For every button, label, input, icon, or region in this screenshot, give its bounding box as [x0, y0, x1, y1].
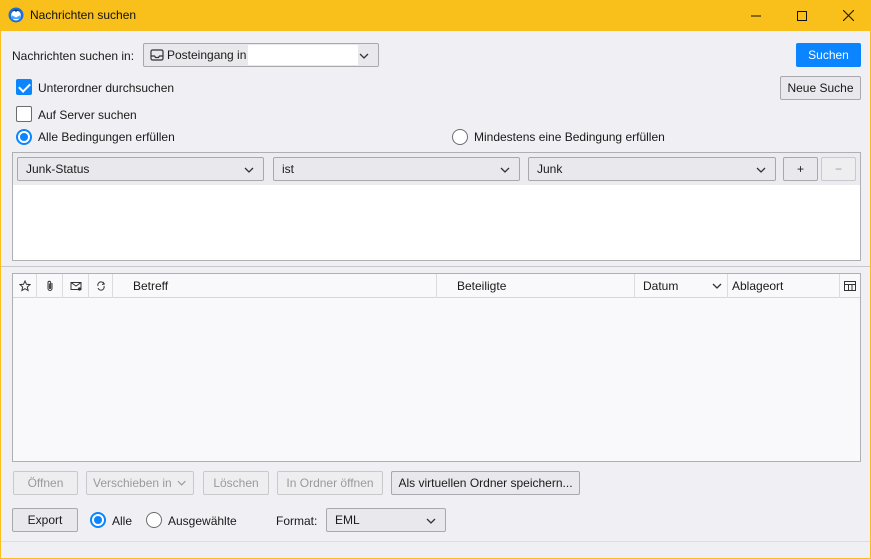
column-junk[interactable]	[63, 274, 89, 298]
close-icon	[842, 10, 854, 21]
export-selected-radio[interactable]	[146, 512, 162, 528]
column-date-label: Datum	[643, 279, 679, 293]
window-title: Nachrichten suchen	[30, 8, 137, 22]
folder-value: Posteingang in	[167, 48, 247, 62]
maximize-icon	[797, 10, 807, 21]
condition-field-value: Junk-Status	[26, 162, 90, 176]
server-search-label: Auf Server suchen	[38, 108, 137, 122]
format-select[interactable]: EML	[326, 508, 446, 532]
folder-picker[interactable]: Posteingang in	[143, 43, 379, 67]
chevron-down-icon	[756, 167, 766, 173]
column-picker[interactable]	[840, 274, 860, 298]
condition-field-select[interactable]: Junk-Status	[17, 157, 264, 181]
match-any-label: Mindestens eine Bedingung erfüllen	[474, 130, 665, 144]
chevron-down-icon	[177, 480, 186, 486]
title-bar: Nachrichten suchen	[0, 0, 871, 31]
column-attachment[interactable]	[37, 274, 63, 298]
remove-condition-label: −	[834, 162, 842, 176]
chevron-down-icon	[500, 167, 510, 173]
delete-button[interactable]: Löschen	[203, 471, 269, 495]
column-picker-icon	[844, 281, 856, 291]
match-all-radio[interactable]	[16, 129, 32, 145]
open-in-folder-button-label: In Ordner öffnen	[286, 476, 374, 490]
minimize-icon	[751, 15, 761, 16]
condition-operator-value: ist	[282, 162, 294, 176]
server-search-checkbox[interactable]	[16, 106, 32, 122]
export-button[interactable]: Export	[12, 508, 78, 532]
sort-descending-icon	[712, 283, 722, 289]
search-button[interactable]: Suchen	[796, 43, 861, 67]
search-button-label: Suchen	[808, 48, 849, 62]
save-virtual-folder-button-label: Als virtuellen Ordner speichern...	[398, 476, 573, 490]
column-star[interactable]	[13, 274, 37, 298]
column-thread[interactable]	[89, 274, 113, 298]
close-button[interactable]	[825, 0, 871, 31]
condition-value-select[interactable]: Junk	[528, 157, 776, 181]
inbox-icon	[150, 49, 164, 61]
chevron-down-icon	[244, 167, 254, 173]
export-all-label: Alle	[112, 514, 133, 528]
open-button-label: Öffnen	[27, 476, 64, 490]
save-virtual-folder-button[interactable]: Als virtuellen Ordner speichern...	[391, 471, 580, 495]
condition-operator-select[interactable]: ist	[273, 157, 520, 181]
status-bar	[1, 541, 870, 558]
match-all-label: Alle Bedingungen erfüllen	[38, 130, 175, 144]
pane-splitter[interactable]	[1, 266, 870, 267]
thread-icon	[96, 281, 105, 291]
add-condition-button[interactable]: +	[783, 157, 818, 181]
move-to-button[interactable]: Verschieben in	[86, 471, 194, 495]
remove-condition-button[interactable]: −	[821, 157, 856, 181]
export-selected-label: Ausgewählte	[168, 514, 237, 528]
add-condition-label: +	[796, 162, 804, 176]
thunderbird-logo-icon	[8, 7, 24, 23]
condition-value: Junk	[537, 162, 563, 176]
results-table-header: Betreff Beteiligte Datum Ablageort	[13, 274, 860, 298]
dialog-body: Nachrichten suchen in: Posteingang in Su…	[0, 31, 871, 559]
maximize-button[interactable]	[779, 0, 825, 31]
condition-row: Junk-Status ist Junk + −	[13, 153, 860, 185]
subfolders-label: Unterordner durchsuchen	[38, 81, 175, 95]
open-in-folder-button[interactable]: In Ordner öffnen	[277, 471, 383, 495]
move-to-button-label: Verschieben in	[93, 476, 172, 490]
open-button[interactable]: Öffnen	[13, 471, 78, 495]
folder-picker-field	[248, 45, 358, 65]
column-correspondents-label: Beteiligte	[457, 279, 507, 293]
delete-button-label: Löschen	[213, 476, 259, 490]
column-location[interactable]: Ablageort	[728, 274, 840, 298]
column-subject-label: Betreff	[133, 279, 169, 293]
minimize-button[interactable]	[733, 0, 779, 31]
subfolders-checkbox[interactable]	[16, 79, 32, 95]
chevron-down-icon	[359, 53, 369, 59]
format-value: EML	[335, 513, 360, 527]
results-table: Betreff Beteiligte Datum Ablageort	[12, 273, 861, 462]
export-all-radio[interactable]	[90, 512, 106, 528]
column-subject[interactable]: Betreff	[113, 274, 437, 298]
column-correspondents[interactable]: Beteiligte	[437, 274, 635, 298]
column-date[interactable]: Datum	[635, 274, 728, 298]
column-location-label: Ablageort	[732, 279, 784, 293]
conditions-list: Junk-Status ist Junk + −	[12, 152, 861, 261]
junk-icon	[70, 282, 81, 291]
star-icon	[18, 280, 31, 292]
match-any-radio[interactable]	[452, 129, 468, 145]
new-search-button[interactable]: Neue Suche	[780, 76, 861, 100]
chevron-down-icon	[426, 518, 436, 524]
search-in-label: Nachrichten suchen in:	[12, 49, 135, 63]
format-label: Format:	[276, 514, 318, 528]
attachment-icon	[47, 280, 52, 291]
new-search-button-label: Neue Suche	[787, 81, 854, 95]
export-button-label: Export	[27, 513, 63, 527]
